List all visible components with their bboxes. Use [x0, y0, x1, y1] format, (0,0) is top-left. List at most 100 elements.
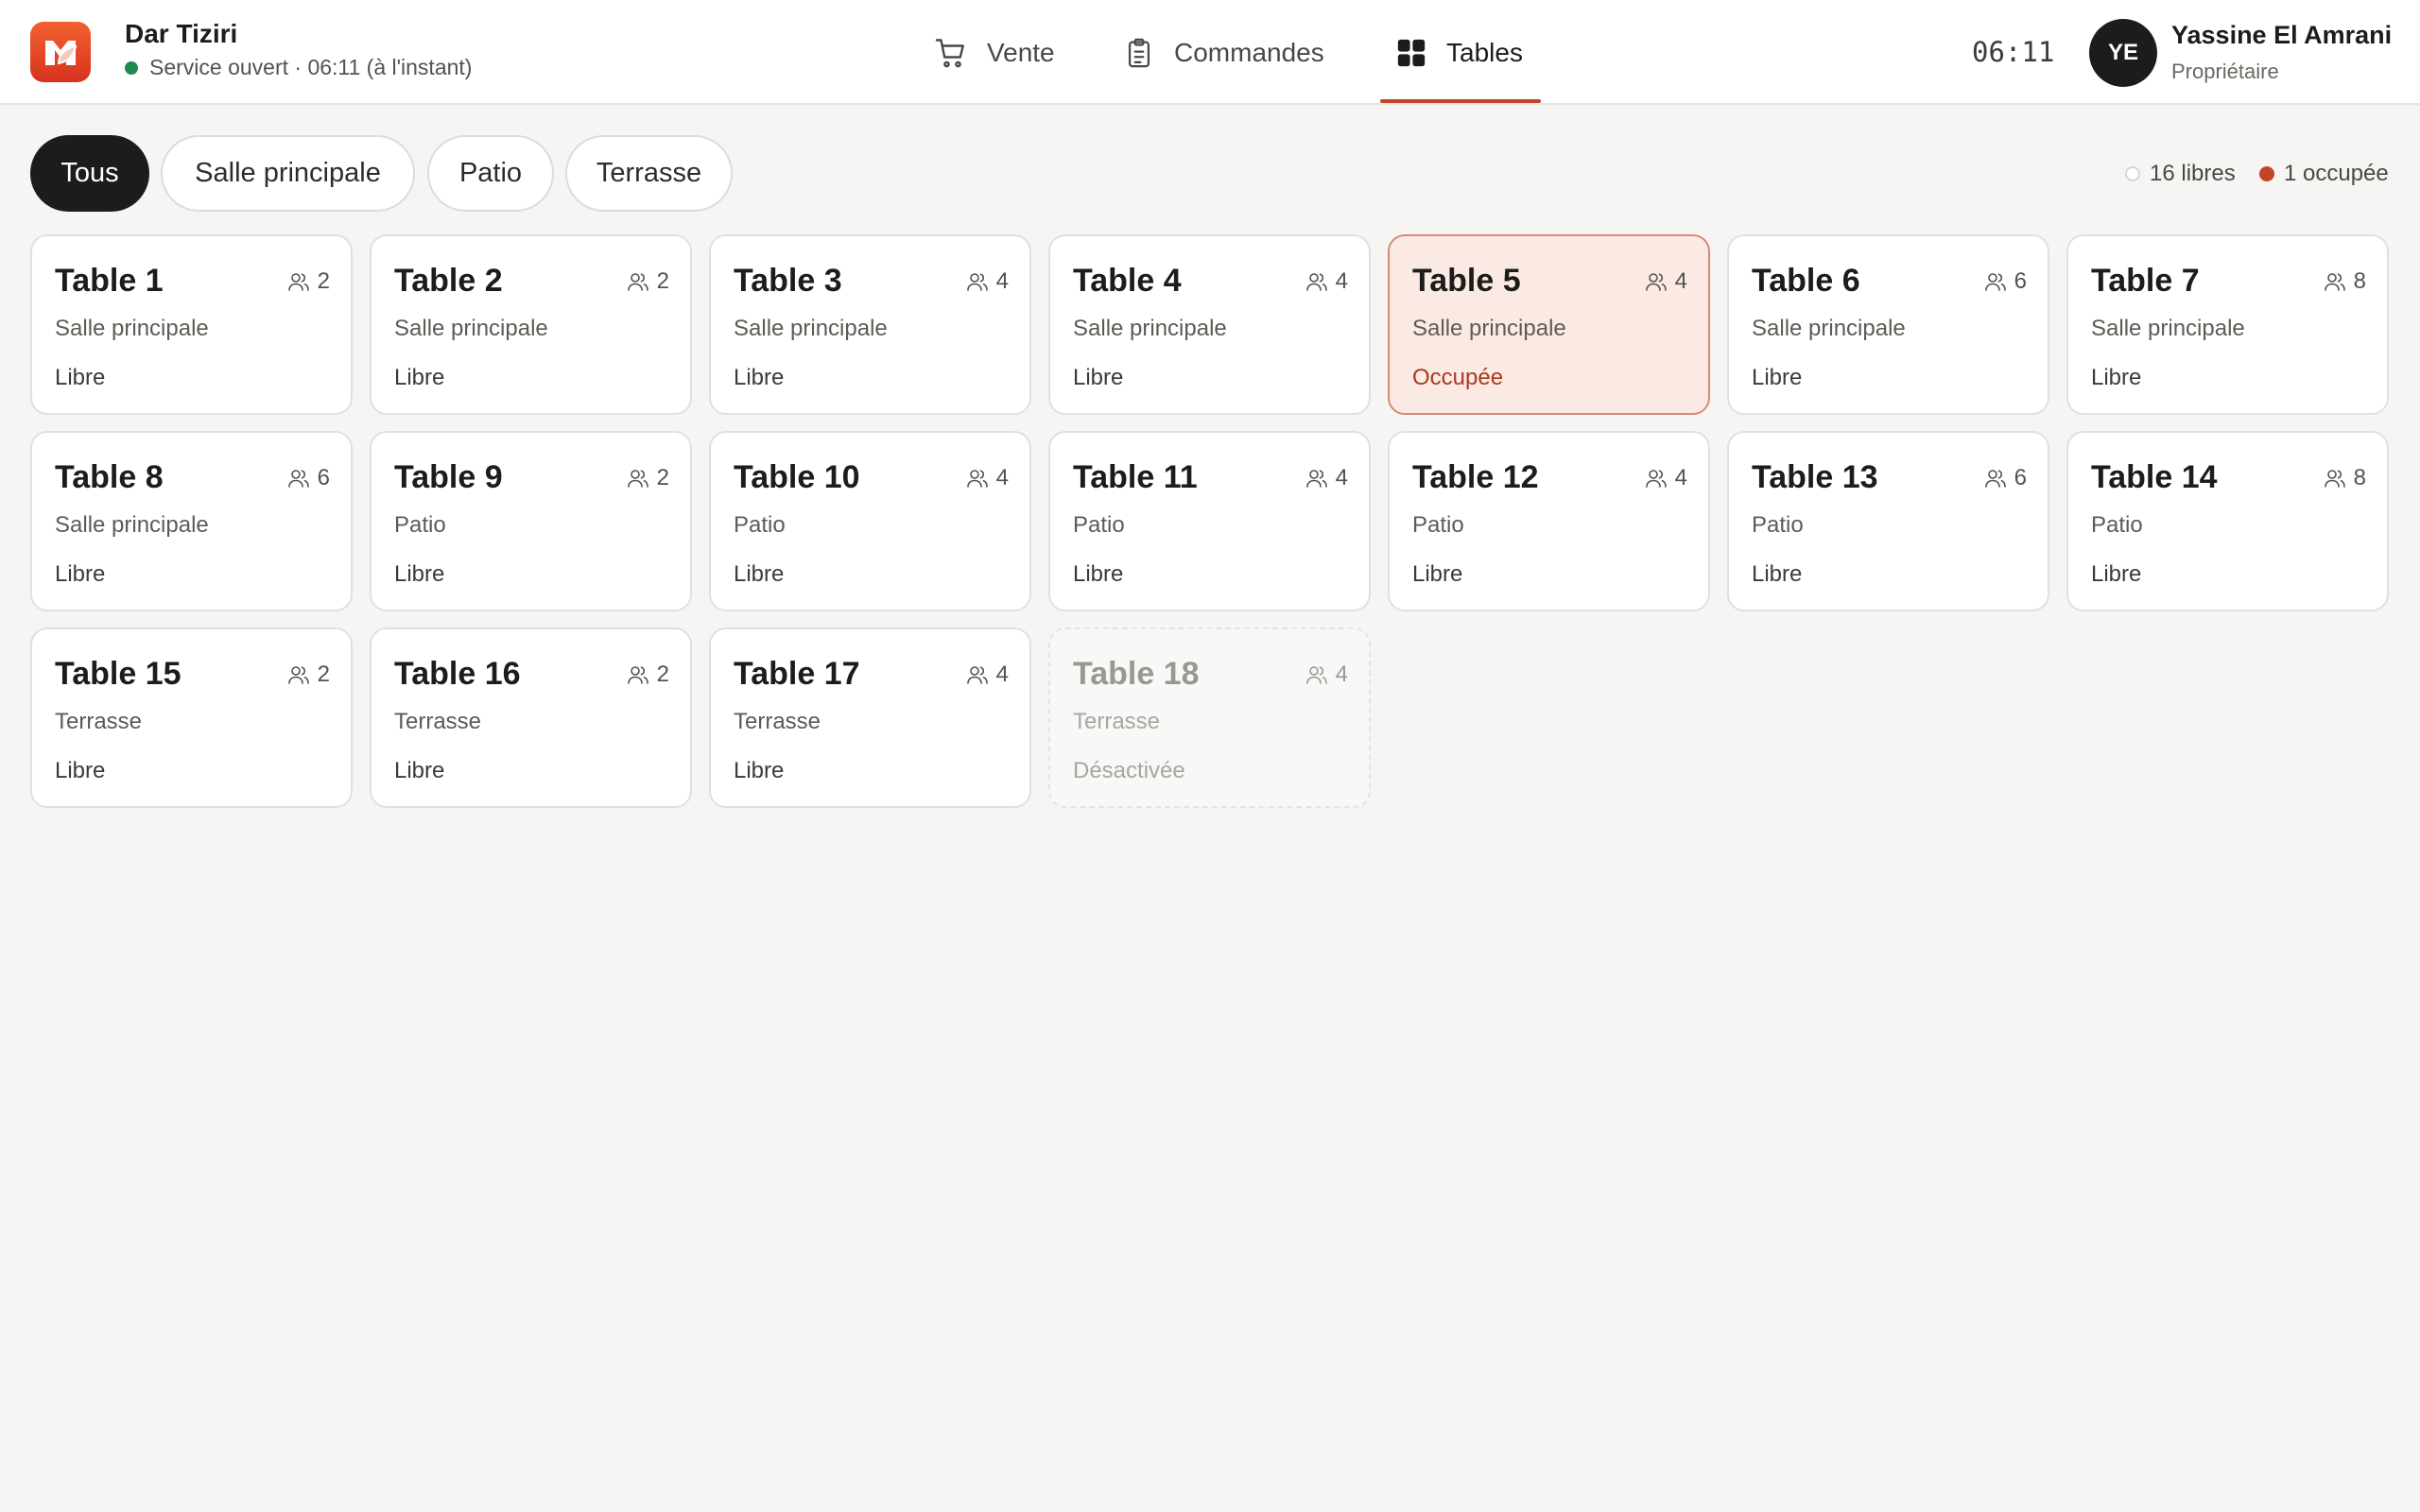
table-name: Table 14	[2091, 459, 2218, 495]
nav-tab-label: Vente	[987, 37, 1055, 67]
table-zone: Terrasse	[734, 709, 821, 734]
table-zone: Salle principale	[55, 316, 209, 341]
avatar[interactable]: YE	[2089, 19, 2157, 87]
nav-tab-tables[interactable]: Tables	[1395, 0, 1523, 105]
table-card[interactable]: Table 4 4 Salle principale Libre	[1048, 234, 1371, 415]
active-tab-indicator	[1380, 99, 1541, 103]
people-icon	[2324, 271, 2354, 292]
top-bar: Dar Tiziri Service ouvert · 06:11 (à l'i…	[0, 0, 2420, 105]
filter-salle-principale[interactable]: Salle principale	[161, 135, 415, 212]
table-card[interactable]: Table 1 2 Salle principale Libre	[30, 234, 353, 415]
table-name: Table 3	[734, 263, 842, 299]
table-name: Table 2	[394, 263, 503, 299]
table-card[interactable]: Table 7 8 Salle principale Libre	[2066, 234, 2389, 415]
user-name[interactable]: Yassine El Amrani	[2171, 21, 2392, 50]
table-card[interactable]: Table 15 2 Terrasse Libre	[30, 627, 353, 808]
table-status: Libre	[2091, 365, 2142, 390]
table-card[interactable]: Table 6 6 Salle principale Libre	[1727, 234, 2049, 415]
table-capacity: 8	[2324, 465, 2366, 491]
table-card[interactable]: Table 14 8 Patio Libre	[2066, 431, 2389, 611]
table-card[interactable]: Table 10 4 Patio Libre	[709, 431, 1031, 611]
table-card[interactable]: Table 13 6 Patio Libre	[1727, 431, 2049, 611]
table-card[interactable]: Table 16 2 Terrasse Libre	[370, 627, 692, 808]
capacity-value: 4	[1335, 662, 1348, 687]
table-card[interactable]: Table 8 6 Salle principale Libre	[30, 431, 353, 611]
people-icon	[1645, 468, 1675, 489]
user-role: Propriétaire	[2171, 60, 2279, 83]
people-icon	[966, 664, 996, 685]
table-name: Table 13	[1752, 459, 1878, 495]
table-name: Table 5	[1412, 263, 1521, 299]
table-capacity: 4	[1645, 465, 1687, 491]
legend-occupied-text: 1 occupée	[2284, 161, 2389, 186]
clock: 06:11	[1972, 36, 2055, 68]
nav-tab-commandes[interactable]: Commandes	[1123, 0, 1324, 105]
capacity-value: 4	[1674, 465, 1687, 490]
capacity-value: 6	[2014, 268, 2027, 294]
people-icon	[627, 664, 657, 685]
table-status: Libre	[1752, 561, 1803, 587]
table-capacity: 2	[287, 662, 330, 688]
table-name: Table 9	[394, 459, 503, 495]
table-card[interactable]: Table 5 4 Salle principale Occupée	[1388, 234, 1710, 415]
legend-free-text: 16 libres	[2150, 161, 2236, 186]
table-capacity: 2	[627, 465, 669, 491]
table-zone: Patio	[1752, 512, 1804, 538]
table-card[interactable]: Table 12 4 Patio Libre	[1388, 431, 1710, 611]
capacity-value: 2	[656, 268, 669, 294]
table-capacity: 4	[1305, 662, 1348, 688]
table-name: Table 10	[734, 459, 860, 495]
table-zone: Terrasse	[394, 709, 482, 734]
table-zone: Salle principale	[2091, 316, 2245, 341]
people-icon	[627, 271, 657, 292]
table-card[interactable]: Table 3 4 Salle principale Libre	[709, 234, 1031, 415]
table-status: Libre	[394, 758, 445, 783]
table-capacity: 6	[287, 465, 330, 491]
nav-tab-label: Commandes	[1174, 37, 1324, 67]
table-card[interactable]: Table 17 4 Terrasse Libre	[709, 627, 1031, 808]
filter-tous[interactable]: Tous	[30, 135, 149, 212]
cart-icon	[935, 38, 964, 67]
service-status: Service ouvert · 06:11 (à l'instant)	[125, 55, 472, 80]
table-zone: Salle principale	[55, 512, 209, 538]
table-capacity: 4	[1645, 268, 1687, 295]
table-capacity: 4	[1305, 268, 1348, 295]
table-zone: Patio	[394, 512, 446, 538]
capacity-value: 4	[995, 465, 1009, 490]
table-zone: Patio	[1073, 512, 1125, 538]
table-zone: Salle principale	[394, 316, 548, 341]
table-zone: Patio	[1412, 512, 1464, 538]
table-status: Libre	[55, 561, 106, 587]
table-name: Table 12	[1412, 459, 1539, 495]
capacity-value: 2	[656, 465, 669, 490]
people-icon	[287, 271, 318, 292]
table-status: Libre	[1073, 365, 1124, 390]
table-name: Table 18	[1073, 656, 1200, 692]
nav-tab-vente[interactable]: Vente	[934, 0, 1055, 105]
filter-patio[interactable]: Patio	[427, 135, 554, 212]
status-dot-icon	[125, 60, 138, 75]
capacity-value: 2	[656, 662, 669, 687]
table-status: Libre	[2091, 561, 2142, 587]
capacity-value: 6	[2014, 465, 2027, 490]
restaurant-name: Dar Tiziri	[125, 19, 238, 48]
table-status: Libre	[1412, 561, 1463, 587]
table-name: Table 16	[394, 656, 521, 692]
free-dot-icon	[2125, 166, 2140, 181]
table-card[interactable]: Table 9 2 Patio Libre	[370, 431, 692, 611]
table-zone: Patio	[734, 512, 786, 538]
table-status: Libre	[1752, 365, 1803, 390]
table-name: Table 7	[2091, 263, 2200, 299]
table-status: Libre	[394, 365, 445, 390]
people-icon	[1984, 271, 2014, 292]
people-icon	[1305, 468, 1336, 489]
capacity-value: 4	[1335, 465, 1348, 490]
table-status: Libre	[55, 758, 106, 783]
filter-terrasse[interactable]: Terrasse	[565, 135, 733, 212]
capacity-value: 2	[317, 268, 330, 294]
nav-tab-label: Tables	[1446, 37, 1523, 67]
table-name: Table 1	[55, 263, 164, 299]
capacity-value: 2	[317, 662, 330, 687]
table-card[interactable]: Table 11 4 Patio Libre	[1048, 431, 1371, 611]
table-card[interactable]: Table 2 2 Salle principale Libre	[370, 234, 692, 415]
